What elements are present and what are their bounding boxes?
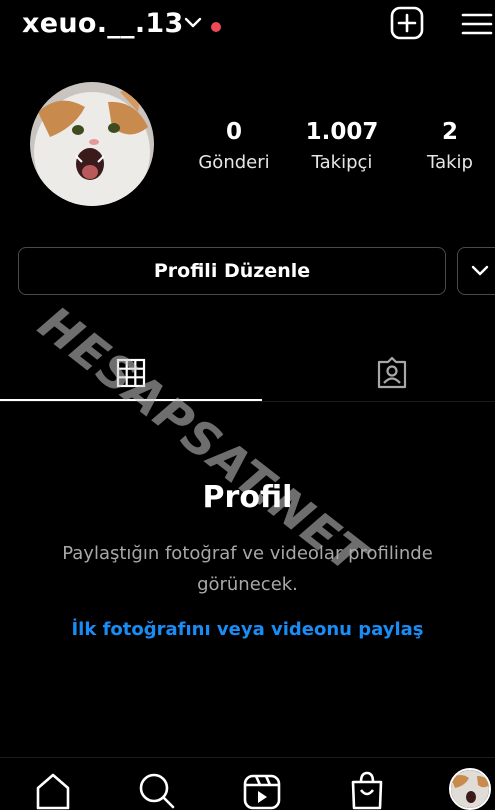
tab-tagged[interactable]: [268, 345, 495, 400]
home-icon[interactable]: [33, 770, 73, 810]
stat-followers[interactable]: 1.007 Takipçi: [287, 118, 397, 176]
hamburger-menu-icon[interactable]: [461, 12, 493, 36]
stat-following-count: 2: [441, 119, 458, 145]
new-post-icon[interactable]: [390, 6, 424, 40]
stat-followers-label: Takipçi: [311, 152, 373, 173]
stat-following-label: Takip: [427, 152, 473, 173]
notification-dot: [211, 22, 221, 32]
discover-people-button[interactable]: [457, 247, 495, 295]
empty-state-title: Profil: [202, 480, 293, 515]
tagged-icon: [377, 356, 406, 388]
search-icon[interactable]: [136, 770, 176, 810]
username[interactable]: xeuo.__.13: [22, 8, 184, 39]
reels-icon[interactable]: [242, 770, 282, 810]
stat-posts[interactable]: 0 Gönderi: [179, 118, 289, 176]
share-first-post-link[interactable]: İlk fotoğrafını veya videonu paylaş: [0, 619, 495, 640]
stat-following[interactable]: 2 Takip: [395, 118, 495, 176]
chevron-down-icon: [471, 265, 489, 276]
bottom-nav-divider: [0, 757, 495, 758]
edit-profile-button[interactable]: Profili Düzenle: [18, 247, 446, 295]
stat-posts-label: Gönderi: [198, 152, 270, 173]
empty-state-description: Paylaştığın fotoğraf ve videolar profili…: [62, 543, 433, 595]
shop-icon[interactable]: [347, 770, 387, 810]
tab-divider: [0, 401, 495, 402]
chevron-down-icon[interactable]: [184, 17, 202, 29]
profile-avatar[interactable]: [449, 768, 491, 810]
profile-avatar[interactable]: [30, 82, 154, 206]
stat-posts-count: 0: [225, 119, 242, 145]
stat-followers-count: 1.007: [305, 119, 379, 145]
